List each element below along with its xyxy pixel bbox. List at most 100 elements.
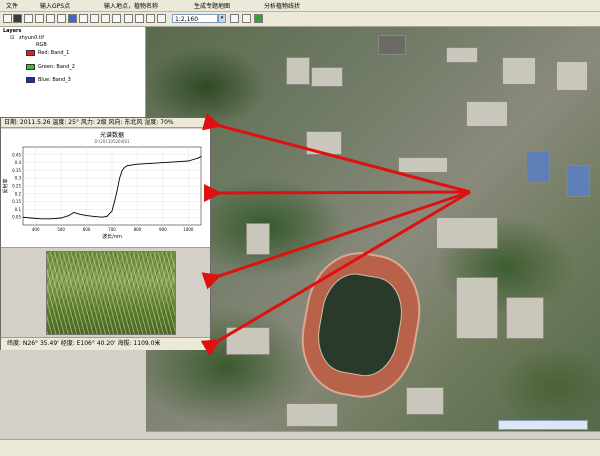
spectrum-point: [119, 177, 121, 179]
measure-icon[interactable]: [157, 14, 166, 23]
building: [306, 131, 342, 155]
spectrum-point: [124, 166, 126, 168]
menu-bar: 文件 输入GPS点 输入地点，植物名称 生成专题地图 分析植物线状: [0, 0, 600, 12]
spectrum-point: [175, 161, 176, 163]
x-tick-label: 1000: [183, 227, 194, 232]
y-tick-label: 0.15: [12, 199, 21, 204]
menu-file[interactable]: 文件: [6, 1, 18, 10]
x-tick-label: 600: [83, 227, 91, 232]
building: [506, 297, 544, 339]
building: [286, 403, 338, 427]
spectrum-point: [121, 170, 123, 171]
vegetation-photo: [46, 251, 176, 335]
green-band-swatch: [26, 64, 35, 70]
fixed-zoom-out-icon[interactable]: [90, 14, 99, 23]
spectrum-chart-panel: 光谱数据 D:\20110526\001 0.05 0.1 0.15 0.2 0.25 0.3…: [1, 129, 210, 248]
building: [502, 57, 536, 85]
spectrum-point: [101, 216, 103, 218]
layers-title: Layers: [3, 28, 22, 34]
red-band-label: Red: Band_1: [38, 50, 70, 56]
full-extent-icon[interactable]: [68, 14, 77, 23]
x-tick-label: 800: [134, 227, 142, 232]
spectrum-point: [116, 190, 118, 192]
x-tick-label: 700: [108, 227, 116, 232]
spectrum-point: [22, 216, 24, 218]
scale-dropdown-icon[interactable]: ▾: [218, 14, 226, 23]
save-icon[interactable]: [13, 14, 22, 23]
blue-band-label: Blue: Band_3: [38, 77, 71, 83]
spectrum-point: [198, 157, 199, 159]
spectrum-point: [114, 201, 115, 202]
x-tick-label: 900: [159, 227, 167, 232]
zoom-out-icon[interactable]: [46, 14, 55, 23]
spectrum-point: [60, 217, 62, 219]
building: [378, 35, 406, 55]
spectrum-point: [93, 216, 95, 217]
zoom-in-icon[interactable]: [35, 14, 44, 23]
chart-title: 光谱数据: [100, 131, 124, 139]
status-bar: [0, 439, 600, 456]
toolbar: 1:2,160 ▾: [0, 12, 600, 27]
building: [246, 223, 270, 255]
catalog-icon[interactable]: [242, 14, 251, 23]
y-tick-label: 0.45: [12, 152, 21, 157]
forward-icon[interactable]: [112, 14, 121, 23]
y-tick-label: 0.2: [15, 191, 22, 196]
building: [526, 151, 550, 183]
building: [436, 217, 498, 249]
x-tick-label: 500: [57, 227, 65, 232]
y-tick-label: 0.4: [15, 160, 22, 165]
menu-input-place[interactable]: 输入地点，植物名称: [104, 1, 158, 10]
building: [556, 61, 588, 91]
new-icon[interactable]: [3, 14, 12, 23]
spectrum-point: [68, 215, 70, 217]
y-tick-label: 0.3: [15, 176, 22, 181]
building: [311, 67, 343, 87]
satellite-map[interactable]: [146, 27, 600, 439]
spectrum-point: [131, 164, 133, 166]
spectrum-point: [86, 215, 87, 217]
y-axis-label: 反射率: [2, 178, 9, 193]
blue-band-swatch: [26, 77, 35, 83]
building: [398, 157, 448, 173]
spectrum-point: [50, 218, 52, 220]
menu-input-gps[interactable]: 输入GPS点: [40, 1, 70, 10]
layer-name[interactable]: zhyun0.tif: [19, 35, 44, 41]
spectrum-point: [200, 155, 202, 157]
weather-info: 日期: 2011.5.26 温度: 25° 风力: 2级 风向: 东北风 湿度:…: [1, 118, 210, 128]
pan-icon[interactable]: [57, 14, 66, 23]
y-tick-label: 0.05: [12, 215, 21, 220]
spectrum-point: [78, 213, 80, 215]
fixed-zoom-in-icon[interactable]: [79, 14, 88, 23]
spectrum-point: [187, 160, 189, 162]
spectrum-point: [30, 217, 32, 219]
menu-analyze[interactable]: 分析植物线状: [264, 1, 300, 10]
spectrum-point: [40, 218, 42, 220]
spectrum-point: [149, 162, 151, 164]
building: [286, 57, 310, 85]
building: [446, 47, 478, 63]
select-icon[interactable]: [124, 14, 133, 23]
spectrum-point: [73, 212, 75, 213]
layer-checkbox[interactable]: ☑: [10, 35, 14, 41]
location-info: 纬度: N26° 35.49' 经度: E106° 40.20' 海拔: 110…: [1, 337, 210, 350]
menu-generate-map[interactable]: 生成专题地图: [194, 1, 230, 10]
add-data-icon[interactable]: [24, 14, 33, 23]
sample-info-window: 日期: 2011.5.26 温度: 25° 风力: 2级 风向: 东北风 湿度:…: [0, 117, 211, 350]
scale-input[interactable]: 1:2,160: [172, 14, 218, 23]
chart-subtitle: D:\20110526\001: [94, 139, 130, 144]
back-icon[interactable]: [101, 14, 110, 23]
spectrum-point: [106, 216, 108, 217]
find-icon[interactable]: [146, 14, 155, 23]
building: [226, 327, 270, 355]
y-tick-label: 0.25: [12, 184, 21, 189]
refresh-icon[interactable]: [254, 14, 263, 23]
spectrum-point: [192, 159, 194, 160]
photo-panel: [1, 249, 210, 335]
sports-field: [311, 268, 409, 382]
identify-icon[interactable]: [135, 14, 144, 23]
editor-icon[interactable]: [230, 14, 239, 23]
y-tick-label: 0.35: [12, 168, 21, 173]
red-band-swatch: [26, 50, 35, 56]
map-mini-toolbar[interactable]: [498, 420, 588, 430]
